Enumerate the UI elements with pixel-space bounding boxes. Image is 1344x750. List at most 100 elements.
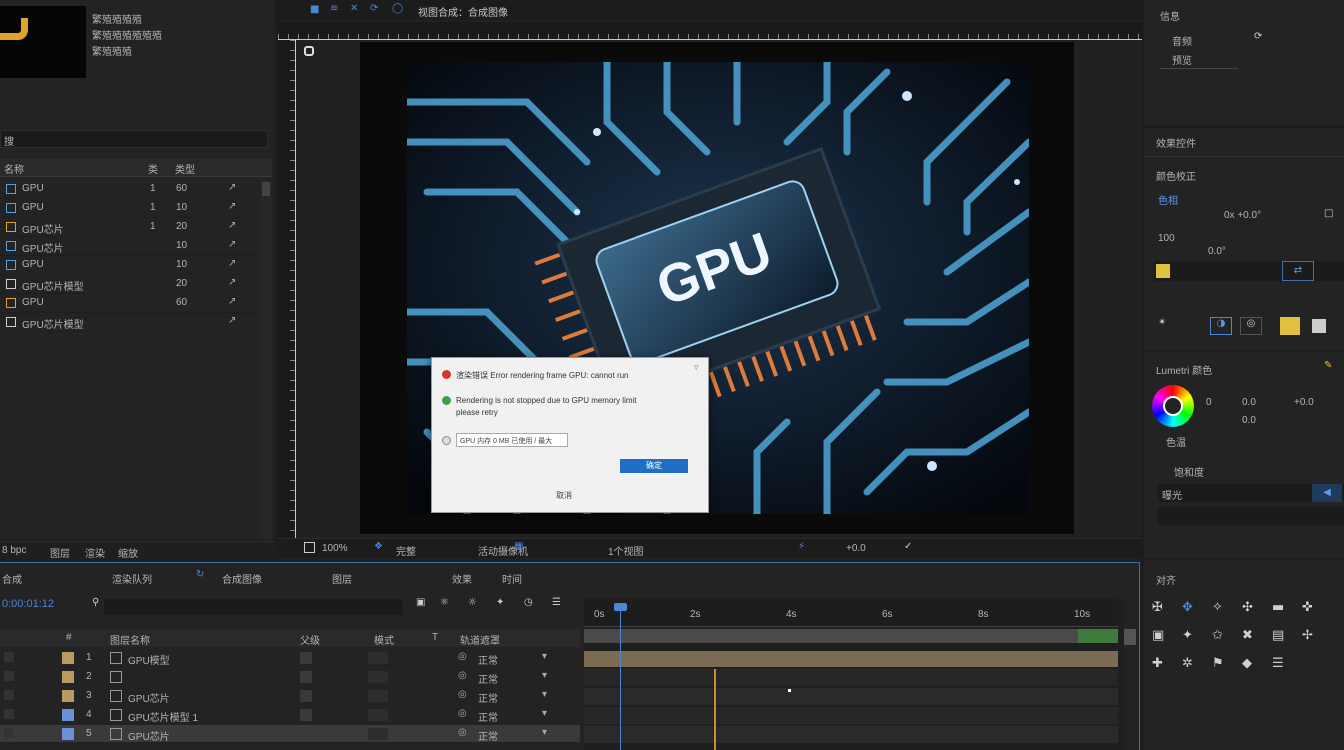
layer-name[interactable]: GPU芯片 (128, 690, 170, 705)
align-icon[interactable]: ✲ (1182, 656, 1193, 671)
switch-icon[interactable] (300, 709, 312, 721)
layer-mode[interactable]: 正常 (478, 652, 498, 667)
project-scrollbar[interactable] (260, 180, 272, 540)
info-item-3[interactable]: 预览 (1172, 52, 1192, 67)
arrow-icon[interactable]: ↗ (228, 277, 236, 288)
arrow-icon[interactable]: ↗ (228, 315, 236, 326)
hdr-parent[interactable]: 父级 (300, 632, 320, 647)
align-icon[interactable]: ✠ (1152, 600, 1163, 615)
parent-pick-icon[interactable]: ◎ (458, 651, 467, 662)
grid-icon[interactable]: ▦ (514, 541, 523, 552)
switch-icon[interactable] (300, 728, 312, 740)
arrow-icon[interactable]: ↗ (228, 258, 236, 269)
eye-icon[interactable] (4, 690, 14, 700)
eye-icon[interactable] (4, 652, 14, 662)
switch-icon[interactable] (368, 690, 388, 702)
label-color[interactable] (62, 652, 74, 664)
align-icon[interactable]: ◆ (1242, 656, 1252, 671)
align-icon[interactable]: ✜ (1302, 600, 1313, 615)
align-icon[interactable]: ▬ (1272, 600, 1284, 615)
layer-row[interactable]: 5 GPU芯片 ◎ 正常 ▾ (0, 725, 580, 743)
current-time[interactable]: 0:00:01:12 (2, 598, 54, 610)
eye-icon[interactable] (4, 709, 14, 719)
timeline-tab[interactable]: 渲染队列 (112, 571, 152, 586)
fx-icon[interactable]: ✴ (1158, 317, 1166, 328)
dialog-footer[interactable]: 取消 (556, 490, 572, 501)
switch-icon[interactable] (368, 709, 388, 721)
dropdown-icon[interactable]: ▾ (542, 708, 547, 719)
info-item-2[interactable]: 音频 (1172, 33, 1192, 48)
snapshot-icon[interactable]: ❖ (374, 541, 383, 552)
color-swatch-icon[interactable] (1156, 264, 1170, 278)
project-item[interactable]: GPU 1 60 ↗ (0, 180, 260, 199)
palette-icon[interactable] (1280, 317, 1300, 335)
arrow-icon[interactable]: ↗ (228, 182, 236, 193)
help-icon[interactable]: ◯ (392, 3, 403, 14)
hdr-name[interactable]: 图层名称 (110, 632, 150, 647)
timeline-tab[interactable]: 效果 (452, 571, 472, 586)
dialog-field[interactable]: GPU 内存 0 MB 已使用 / 最大 (456, 433, 568, 447)
time-graph-scroll[interactable] (1124, 629, 1136, 645)
color-menu-icon[interactable]: ✎ (1324, 360, 1332, 371)
arrow-icon[interactable]: ↗ (228, 220, 236, 231)
effects-title[interactable]: 效果控件 (1156, 135, 1196, 150)
layer-name[interactable]: GPU芯片模型 1 (128, 709, 198, 724)
viewer-views[interactable]: 1个视图 (608, 543, 644, 558)
project-item[interactable]: GPU芯片 10 ↗ (0, 237, 260, 256)
color-readout-3[interactable]: +0.0 (1294, 397, 1314, 408)
parent-pick-icon[interactable]: ◎ (458, 689, 467, 700)
time-marker[interactable] (714, 669, 716, 750)
scroll-thumb[interactable] (262, 182, 270, 196)
playhead[interactable] (620, 605, 621, 750)
timeline-tab[interactable]: 合成图像 (222, 571, 262, 586)
footer-render[interactable]: 渲染 (85, 545, 105, 560)
align-icon[interactable]: ✢ (1302, 628, 1313, 643)
switch-icon[interactable] (368, 652, 388, 664)
parent-pick-icon[interactable]: ◎ (458, 708, 467, 719)
layer-mode[interactable]: 正常 (478, 709, 498, 724)
search-icon[interactable]: ⚲ (92, 597, 99, 608)
timeline-tab[interactable]: 合成 (2, 571, 22, 586)
dialog-ok-button[interactable]: 确定 (620, 459, 688, 473)
label-color[interactable] (62, 671, 74, 683)
viewer-corner-icon[interactable] (304, 46, 314, 56)
color-readout-2[interactable]: 0.0 (1242, 397, 1256, 408)
parent-pick-icon[interactable]: ◎ (458, 670, 467, 681)
switch-icon[interactable] (368, 728, 388, 740)
layer-mode[interactable]: 正常 (478, 671, 498, 686)
dropdown-icon[interactable]: ▾ (542, 727, 547, 738)
keyframe[interactable] (788, 689, 791, 692)
time-ruler[interactable]: 0s 2s 4s 6s 8s 10s (584, 599, 1118, 627)
layer-row[interactable]: 4 GPU芯片模型 1 ◎ 正常 ▾ (0, 706, 580, 724)
color-field-1[interactable]: 曝光 ◀ (1158, 484, 1344, 502)
hdr-matte[interactable]: 轨道遮罩 (460, 632, 500, 647)
hdr-num[interactable]: # (66, 632, 72, 643)
color-readout-4[interactable]: 0.0 (1242, 415, 1256, 426)
eyedropper-icon[interactable]: ⇄ (1282, 261, 1314, 281)
effects-amount-label[interactable]: 100 (1158, 233, 1175, 244)
effects-sub[interactable]: 色相 (1158, 192, 1178, 207)
effects-angle-label[interactable]: 0.0° (1208, 246, 1226, 257)
reset-exposure-icon[interactable]: ✓ (904, 541, 912, 552)
effects-section[interactable]: 颜色校正 (1156, 168, 1196, 183)
menu-icon[interactable]: ≡ (330, 3, 338, 14)
switch-icon[interactable] (300, 690, 312, 702)
align-icon[interactable]: ✥ (1182, 600, 1193, 615)
tab-close-icon[interactable]: ↻ (196, 569, 204, 580)
stop-icon[interactable] (1312, 319, 1326, 333)
align-title[interactable]: 对齐 (1156, 572, 1176, 587)
color-title[interactable]: Lumetri 颜色 (1156, 362, 1212, 377)
layer-row[interactable]: 1 GPU模型 ◎ 正常 ▾ (0, 649, 580, 667)
layer-name[interactable]: GPU芯片 (128, 728, 170, 743)
draft-icon[interactable]: ⚛ (440, 597, 449, 608)
col-type[interactable]: 类 (148, 161, 158, 176)
align-icon[interactable]: ✦ (1182, 628, 1193, 643)
radio-icon[interactable] (442, 436, 451, 445)
close-icon[interactable]: ✕ (350, 3, 358, 14)
dropdown-icon[interactable]: ▾ (542, 689, 547, 700)
mask-icon[interactable]: ◑ (1210, 317, 1232, 335)
dropdown-icon[interactable]: ▾ (542, 670, 547, 681)
footer-zoom[interactable]: 缩放 (118, 545, 138, 560)
align-icon[interactable]: ✖ (1242, 628, 1253, 643)
fast-preview-icon[interactable]: ⚡ (798, 541, 805, 552)
